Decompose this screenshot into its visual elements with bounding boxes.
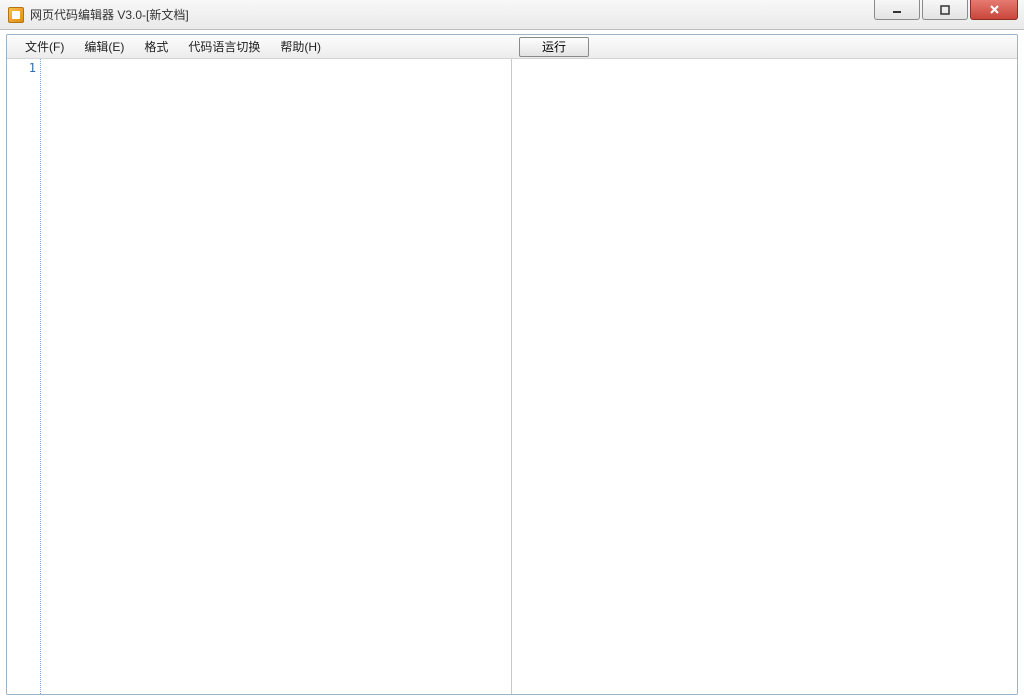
menu-edit[interactable]: 编辑(E) [74,35,134,58]
app-icon [8,7,24,23]
close-button[interactable] [970,0,1018,20]
workspace: 1 [7,59,1017,694]
menu-format[interactable]: 格式 [134,35,178,58]
run-button[interactable]: 运行 [519,37,589,57]
preview-pane[interactable] [512,59,1017,694]
titlebar[interactable]: 网页代码编辑器 V3.0-[新文档] [0,0,1024,30]
window-title: 网页代码编辑器 V3.0-[新文档] [30,6,189,23]
client-area: 文件(F) 编辑(E) 格式 代码语言切换 帮助(H) 运行 1 [6,34,1018,695]
maximize-icon [940,5,950,15]
code-editor-pane: 1 [7,59,512,694]
line-number: 1 [7,61,36,75]
window-controls [874,0,1024,29]
close-icon [989,4,1000,15]
minimize-icon [892,5,902,15]
minimize-button[interactable] [874,0,920,20]
menubar: 文件(F) 编辑(E) 格式 代码语言切换 帮助(H) 运行 [7,35,1017,59]
line-number-gutter: 1 [7,59,41,694]
menu-file[interactable]: 文件(F) [15,35,74,58]
code-input[interactable] [41,59,511,694]
app-window: 网页代码编辑器 V3.0-[新文档] 文件(F) 编辑(E) 格式 代码语言切换… [0,0,1024,699]
menu-language[interactable]: 代码语言切换 [178,35,270,58]
maximize-button[interactable] [922,0,968,20]
menu-help[interactable]: 帮助(H) [270,35,331,58]
